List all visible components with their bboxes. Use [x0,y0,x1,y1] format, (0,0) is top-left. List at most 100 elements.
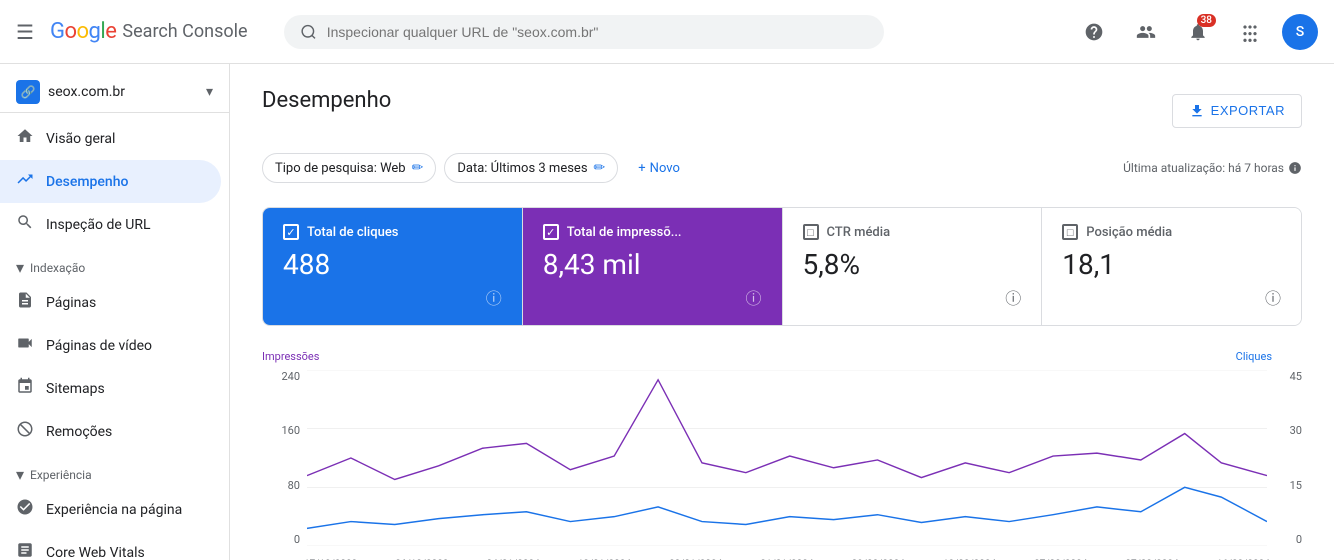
plus-icon: + [638,161,645,176]
y-right-45: 45 [1290,370,1302,383]
home-icon [16,127,34,150]
vitals-icon [16,541,34,560]
filter-search-type[interactable]: Tipo de pesquisa: Web ✏ [262,153,436,183]
property-name: seox.com.br [48,84,198,100]
search-bar[interactable] [284,15,884,49]
impressions-line [307,380,1267,480]
notifications-button[interactable]: 38 [1178,12,1218,52]
property-icon: 🔗 [16,80,40,104]
cliques-value: 488 [283,248,502,281]
remove-icon [16,420,34,443]
filter-bar: Tipo de pesquisa: Web ✏ Data: Últimos 3 … [262,153,1302,183]
ctr-checkbox[interactable]: □ [803,224,819,240]
nav-label: Visão geral [46,131,115,147]
sidebar-item-experiencia-pagina[interactable]: Experiência na página [0,488,221,531]
avatar[interactable]: S [1282,14,1318,50]
stat-cliques[interactable]: ✓ Total de cliques 488 ⓘ [263,208,523,325]
ctr-info-icon[interactable]: ⓘ [1005,285,1021,309]
sidebar: 🔗 seox.com.br ▾ Visão geral Desempenho I… [0,64,230,560]
sidebar-item-remocoes[interactable]: Remoções [0,410,221,453]
sidebar-item-inspecao-url[interactable]: Inspeção de URL [0,203,221,246]
nav-label: Desempenho [46,174,128,190]
posicao-label: Posição média [1086,225,1172,240]
property-dropdown-icon[interactable]: ▾ [206,84,213,100]
section-label: Experiência [30,468,92,482]
sidebar-item-visao-geral[interactable]: Visão geral [0,117,221,160]
nav-label: Páginas de vídeo [46,338,152,354]
header: ☰ Google Search Console 38 [0,0,1334,64]
section-label: Indexação [30,261,85,275]
section-experiencia[interactable]: ▾ Experiência [0,453,229,488]
users-button[interactable] [1126,12,1166,52]
sidebar-item-paginas-video[interactable]: Páginas de vídeo [0,324,221,367]
y-right-0: 0 [1296,533,1302,546]
stat-posicao[interactable]: □ Posição média 18,1 ⓘ [1042,208,1301,325]
sidebar-item-desempenho[interactable]: Desempenho [0,160,221,203]
ctr-value: 5,8% [803,248,1022,281]
chart-svg-area [307,370,1267,546]
chart-icon [16,170,34,193]
help-icon [1084,22,1104,42]
app-name: Search Console [122,21,247,42]
logo: Google Search Console [50,19,248,44]
posicao-checkbox[interactable]: □ [1062,224,1078,240]
export-button[interactable]: EXPORTAR [1172,94,1302,128]
search-input[interactable] [327,24,868,40]
posicao-value: 18,1 [1062,248,1281,281]
y-left-160: 160 [281,424,300,437]
info-icon [1288,161,1302,175]
last-update-text: Última atualização: há 7 horas [1123,161,1284,175]
posicao-info-icon[interactable]: ⓘ [1265,285,1281,309]
help-button[interactable] [1074,12,1114,52]
header-icons: 38 S [1074,12,1318,52]
main-content: Desempenho EXPORTAR Tipo de pesquisa: We… [230,64,1334,560]
filter-date[interactable]: Data: Últimos 3 meses ✏ [444,153,618,183]
impressoes-info-icon[interactable]: ⓘ [745,285,761,309]
sidebar-item-paginas[interactable]: Páginas [0,281,221,324]
edit-icon: ✏ [412,160,424,176]
google-wordmark: Google [50,19,116,44]
sidebar-item-sitemaps[interactable]: Sitemaps [0,367,221,410]
section-indexacao[interactable]: ▾ Indexação [0,246,229,281]
y-left-0: 0 [294,533,300,546]
cliques-info-icon[interactable]: ⓘ [486,285,502,309]
cliques-label: Total de cliques [307,225,398,240]
cliques-checkbox[interactable]: ✓ [283,224,299,240]
filter-date-label: Data: Últimos 3 meses [457,161,587,176]
property-selector[interactable]: 🔗 seox.com.br ▾ [0,72,229,113]
filter-add-button[interactable]: + Novo [626,155,692,182]
nav-label: Core Web Vitals [46,545,145,560]
chevron-icon: ▾ [16,258,24,277]
nav-label: Inspeção de URL [46,217,151,233]
stat-impressoes[interactable]: ✓ Total de impressõ... 8,43 mil ⓘ [523,208,783,325]
search-icon [300,23,317,41]
page-title: Desempenho [262,88,391,113]
ctr-label: CTR média [827,225,891,240]
sitemap-icon [16,377,34,400]
video-icon [16,334,34,357]
notification-badge: 38 [1197,14,1216,27]
y-left-80: 80 [288,479,300,492]
sidebar-item-core-web-vitals[interactable]: Core Web Vitals [0,531,221,560]
y-left-240: 240 [281,370,300,383]
chart-container: Impressões Cliques 240 160 80 0 45 30 15… [262,350,1302,560]
edit-icon: ✏ [594,160,606,176]
apps-button[interactable] [1230,12,1270,52]
search-icon [16,213,34,236]
users-icon [1136,22,1156,42]
impressoes-checkbox[interactable]: ✓ [543,224,559,240]
y-right-30: 30 [1290,424,1302,437]
nav-label: Sitemaps [46,381,105,397]
layout: 🔗 seox.com.br ▾ Visão geral Desempenho I… [0,64,1334,560]
chevron-icon: ▾ [16,465,24,484]
chart-svg [307,370,1267,546]
filter-new-label: Novo [650,161,680,176]
menu-icon[interactable]: ☰ [16,20,34,44]
pages-icon [16,291,34,314]
stat-ctr[interactable]: □ CTR média 5,8% ⓘ [783,208,1043,325]
stats-cards: ✓ Total de cliques 488 ⓘ ✓ Total de impr… [262,207,1302,326]
download-icon [1189,103,1205,119]
experience-icon [16,498,34,521]
page-header: Desempenho EXPORTAR [262,88,1302,133]
impressoes-value: 8,43 mil [543,248,762,281]
